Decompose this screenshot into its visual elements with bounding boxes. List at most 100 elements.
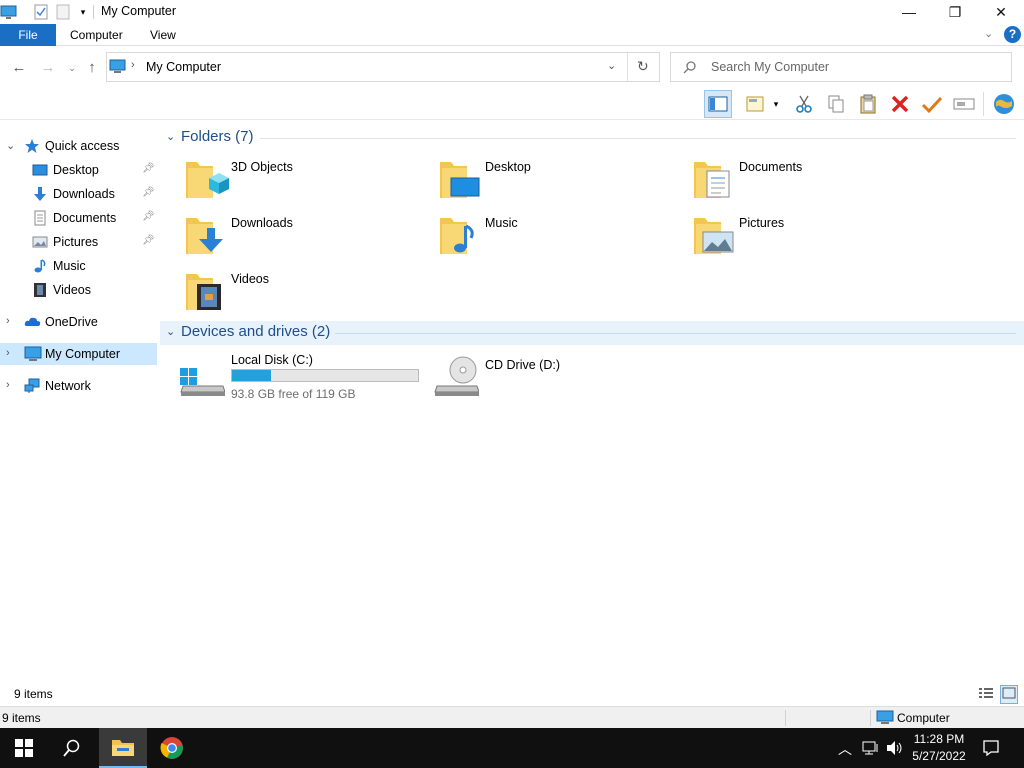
new-folder-icon[interactable]	[54, 3, 72, 21]
folder-label: Music	[485, 216, 518, 230]
music-note-icon	[32, 258, 48, 274]
nav-item-videos[interactable]: Videos	[0, 279, 157, 301]
nav-item-network[interactable]: › Network	[0, 375, 157, 397]
address-path[interactable]: My Computer	[146, 60, 221, 74]
nav-label: Downloads	[53, 187, 115, 201]
nav-quick-access[interactable]: ⌄ Quick access	[0, 135, 157, 157]
restore-button[interactable]: ❐	[932, 0, 978, 24]
collapsed-chevron-icon[interactable]: ›	[6, 315, 10, 327]
volume-icon[interactable]	[886, 740, 904, 759]
minimize-button[interactable]: —	[886, 0, 932, 24]
rename-icon[interactable]	[950, 90, 978, 118]
window-status-bar: 9 items Computer	[0, 706, 1024, 728]
title-bar: ▾ My Computer — ❐ ✕	[0, 0, 1024, 24]
nav-item-music[interactable]: Music	[0, 255, 157, 277]
show-hidden-icons-icon[interactable]: ︿	[838, 739, 852, 759]
nav-label: My Computer	[45, 347, 121, 361]
address-bar[interactable]: › My Computer ⌄ ↻	[106, 52, 660, 82]
file-explorer-taskbar-icon[interactable]	[99, 728, 147, 768]
nav-item-my-computer[interactable]: › My Computer	[0, 343, 157, 365]
nav-item-desktop[interactable]: Desktop 📌︎	[0, 159, 157, 181]
folder-3d-objects[interactable]: 3D Objects	[185, 158, 425, 208]
clock-time[interactable]: 11:28 PM	[908, 732, 970, 746]
nav-item-documents[interactable]: Documents 📌︎	[0, 207, 157, 229]
breadcrumb-chevron-icon[interactable]: ›	[131, 59, 135, 71]
search-taskbar-icon[interactable]	[48, 728, 96, 768]
folders-group-header[interactable]: ⌄ Folders (7)	[160, 126, 1016, 150]
checkmark-icon[interactable]	[918, 90, 946, 118]
clock-date[interactable]: 5/27/2022	[908, 749, 970, 763]
search-box[interactable]: Search My Computer	[670, 52, 1012, 82]
close-button[interactable]: ✕	[978, 0, 1024, 24]
recent-locations-icon[interactable]: ⌄	[62, 58, 82, 78]
address-dropdown-icon[interactable]: ⌄	[607, 59, 616, 72]
layout-icon[interactable]	[742, 90, 770, 118]
delete-icon[interactable]	[886, 90, 914, 118]
folder-documents[interactable]: Documents	[693, 158, 933, 208]
layout-dropdown-icon[interactable]: ▾	[768, 90, 784, 118]
nav-label: Quick access	[45, 139, 120, 153]
tab-view[interactable]: View	[138, 24, 188, 46]
folder-downloads[interactable]: Downloads	[185, 214, 425, 264]
search-input[interactable]: Search My Computer	[711, 60, 829, 74]
folder-videos[interactable]: Videos	[185, 270, 425, 320]
cut-icon[interactable]	[790, 90, 818, 118]
nav-label: Documents	[53, 211, 117, 225]
folder-documents-icon	[693, 158, 739, 202]
folder-label: Pictures	[739, 216, 785, 230]
help-icon[interactable]: ?	[1004, 26, 1021, 43]
navigation-pane-icon[interactable]	[704, 90, 732, 118]
back-button[interactable]: ←	[9, 58, 29, 78]
expand-ribbon-icon[interactable]: ⌄	[984, 27, 993, 40]
start-button[interactable]	[0, 728, 48, 768]
paste-icon[interactable]	[854, 90, 882, 118]
computer-icon	[876, 710, 894, 728]
folder-music[interactable]: Music	[439, 214, 679, 264]
pin-icon: 📌︎	[142, 187, 155, 198]
expanded-chevron-icon[interactable]: ⌄	[6, 139, 15, 152]
collapse-chevron-icon[interactable]: ⌄	[166, 130, 175, 143]
properties-icon[interactable]	[32, 3, 50, 21]
divider	[870, 710, 871, 726]
hard-drive-icon	[179, 358, 226, 401]
divider	[260, 138, 1016, 139]
collapse-chevron-icon[interactable]: ⌄	[166, 325, 175, 338]
nav-item-pictures[interactable]: Pictures 📌︎	[0, 231, 157, 253]
folder-videos-icon	[185, 270, 231, 314]
nav-label: Desktop	[53, 163, 99, 177]
refresh-button[interactable]: ↻	[637, 58, 649, 75]
divider	[335, 333, 1016, 334]
drives-group-header[interactable]: ⌄ Devices and drives (2)	[160, 321, 1024, 345]
up-button[interactable]: ↑	[82, 58, 102, 78]
copy-icon[interactable]	[822, 90, 850, 118]
tab-computer[interactable]: Computer	[58, 24, 135, 46]
pin-icon: 📌︎	[142, 235, 155, 246]
free-space-text: 93.8 GB free of 119 GB	[231, 387, 356, 401]
collapsed-chevron-icon[interactable]: ›	[6, 379, 10, 391]
network-tray-icon[interactable]	[862, 740, 880, 759]
drive-label: Local Disk (C:)	[231, 353, 313, 367]
action-center-icon[interactable]	[982, 739, 1000, 760]
folder-desktop[interactable]: Desktop	[439, 158, 679, 208]
collapsed-chevron-icon[interactable]: ›	[6, 347, 10, 359]
window-title: My Computer	[101, 4, 177, 18]
forward-button[interactable]: →	[38, 58, 58, 78]
tab-file[interactable]: File	[0, 24, 56, 46]
divider	[785, 710, 786, 726]
folder-pictures[interactable]: Pictures	[693, 214, 933, 264]
status-bar: 9 items	[0, 683, 1024, 705]
drive-cd-d[interactable]: CD Drive (D:)	[429, 350, 629, 400]
nav-item-downloads[interactable]: Downloads 📌︎	[0, 183, 157, 205]
search-icon	[683, 60, 697, 77]
item-count: 9 items	[14, 687, 53, 701]
cloud-icon	[24, 314, 41, 330]
group-title: Devices and drives (2)	[181, 323, 331, 340]
chrome-taskbar-icon[interactable]	[148, 728, 196, 768]
customize-qat-icon[interactable]: ▾	[74, 3, 92, 21]
drive-local-disk-c[interactable]: Local Disk (C:) 93.8 GB free of 119 GB	[175, 350, 425, 401]
globe-icon[interactable]	[990, 90, 1018, 118]
large-icons-view-icon[interactable]	[1000, 685, 1018, 704]
details-view-icon[interactable]	[978, 686, 994, 703]
nav-item-onedrive[interactable]: › OneDrive	[0, 311, 157, 333]
folder-pictures-icon	[693, 214, 739, 258]
